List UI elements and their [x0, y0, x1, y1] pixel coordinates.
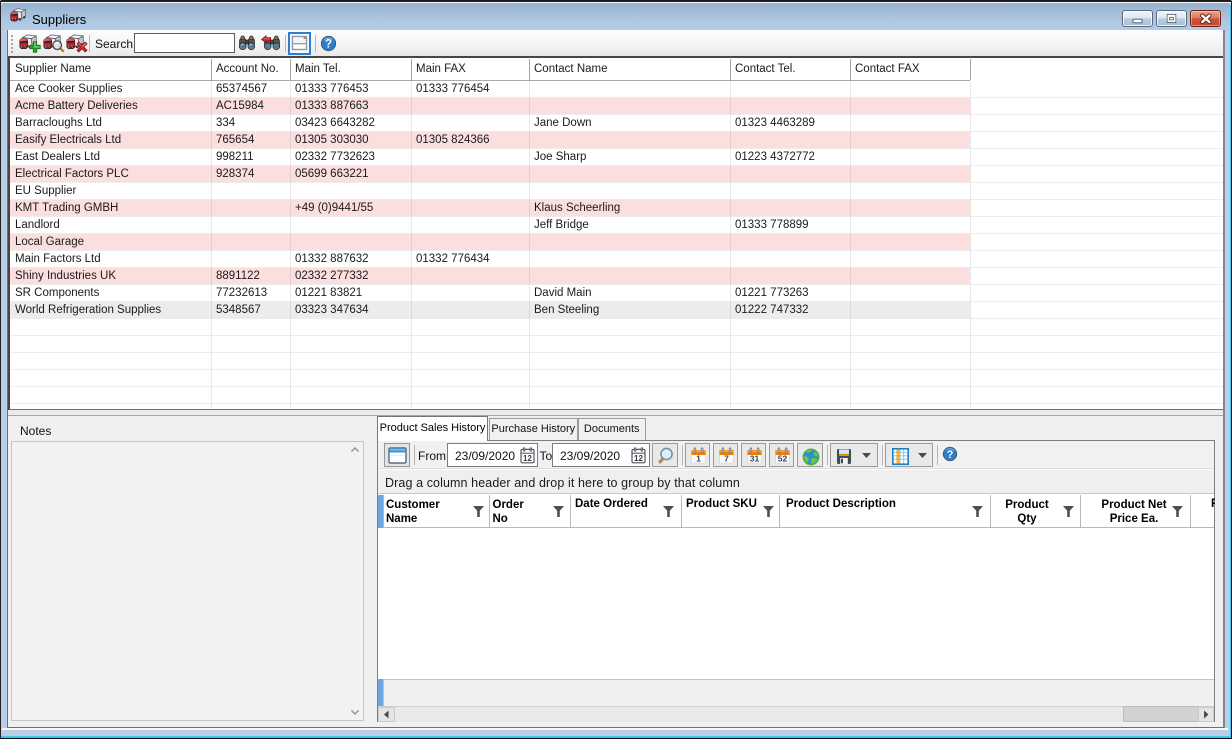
- svg-text:12: 12: [523, 453, 532, 462]
- svg-text:31: 31: [749, 454, 759, 464]
- svg-text:7: 7: [724, 454, 729, 464]
- svg-text:52: 52: [777, 454, 787, 464]
- svg-text:?: ?: [325, 38, 332, 50]
- svg-text:1: 1: [696, 454, 701, 464]
- svg-text:12: 12: [634, 453, 643, 462]
- svg-text:?: ?: [947, 449, 954, 461]
